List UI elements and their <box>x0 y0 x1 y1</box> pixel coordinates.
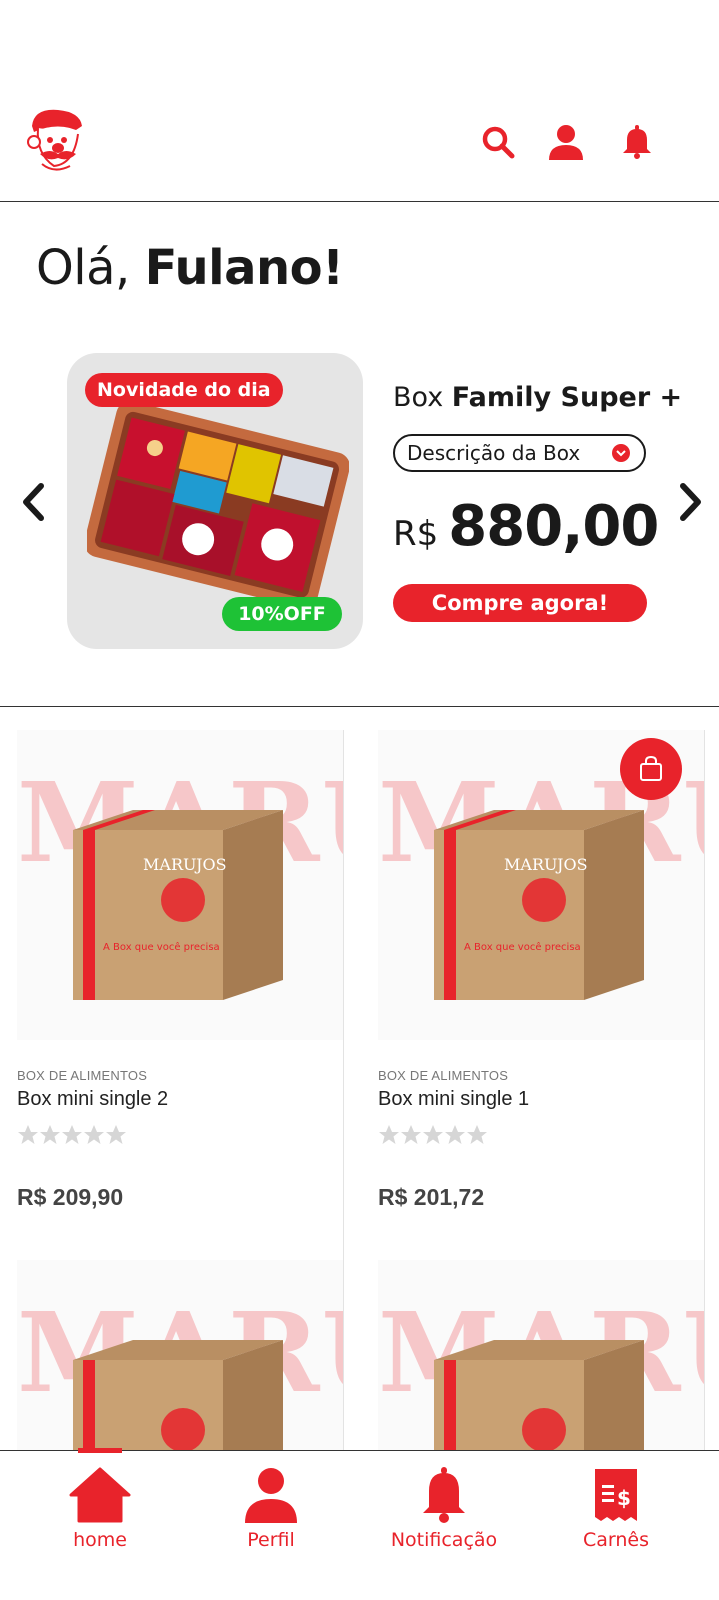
bottom-navigation: home Perfil Notificação $ Carnês <box>0 1448 719 1600</box>
product-category: BOX DE ALIMENTOS <box>17 1068 148 1083</box>
product-box-image <box>73 1340 283 1450</box>
product-price: R$ 201,72 <box>378 1184 485 1210</box>
nav-label: home <box>73 1529 127 1551</box>
carousel-prev-button[interactable] <box>16 477 52 527</box>
product-image <box>87 405 349 605</box>
nav-perfil[interactable]: Perfil <box>201 1465 341 1565</box>
product-grid: MARUJO MARUJOS A Box que você precisa BO… <box>0 730 719 1450</box>
receipt-icon: $ <box>584 1465 648 1523</box>
greeting-name: Fulano! <box>144 240 344 296</box>
user-icon <box>239 1465 303 1523</box>
featured-title-prefix: Box <box>393 382 444 413</box>
greeting: Olá, Fulano! <box>36 240 344 296</box>
search-icon[interactable] <box>478 122 518 162</box>
svg-text:MARUJOS: MARUJOS <box>504 855 588 874</box>
user-icon[interactable] <box>546 122 586 162</box>
add-to-cart-button[interactable] <box>620 738 682 800</box>
nav-label: Notificação <box>390 1529 498 1551</box>
featured-title: Box Family Super + <box>393 382 682 413</box>
nav-carnes[interactable]: $ Carnês <box>546 1465 686 1565</box>
featured-title-bold: Family Super + <box>451 382 683 413</box>
grid-divider <box>704 730 705 1450</box>
svg-text:A Box que você precisa: A Box que você precisa <box>464 941 581 953</box>
nav-label: Perfil <box>247 1529 295 1551</box>
svg-text:$: $ <box>617 1486 631 1510</box>
buy-now-button[interactable]: Compre agora! <box>393 584 647 622</box>
badge-novidade: Novidade do dia <box>85 373 283 407</box>
product-name[interactable]: Box mini single 1 <box>378 1088 529 1111</box>
badge-discount: 10%OFF <box>222 597 342 631</box>
description-label: Descrição da Box <box>407 441 581 465</box>
nav-label: Carnês <box>582 1529 650 1551</box>
bell-icon[interactable] <box>617 122 657 162</box>
product-card[interactable]: MARUJO <box>378 1260 704 1450</box>
product-card[interactable]: MARUJO MARUJOS A Box que você precisa BO… <box>17 730 343 1210</box>
product-category: BOX DE ALIMENTOS <box>378 1068 509 1083</box>
price-value: 880,00 <box>448 494 659 559</box>
logo[interactable] <box>24 104 86 174</box>
svg-text:MARUJOS: MARUJOS <box>143 855 227 874</box>
product-image: MARUJO <box>17 1260 343 1450</box>
product-price: R$ 209,90 <box>17 1184 124 1210</box>
shopping-bag-icon <box>640 756 662 781</box>
home-icon <box>68 1465 132 1523</box>
product-image: MARUJO MARUJOS A Box que você precisa <box>17 730 343 1040</box>
carousel-next-button[interactable] <box>672 477 708 527</box>
product-name[interactable]: Box mini single 2 <box>17 1088 168 1111</box>
nav-home[interactable]: home <box>30 1465 170 1565</box>
product-box-image: MARUJOS A Box que você precisa <box>434 810 644 1000</box>
featured-product-card[interactable]: Novidade do dia 10%OFF <box>67 353 363 649</box>
bell-icon <box>412 1465 476 1523</box>
chevron-down-icon <box>612 444 630 462</box>
product-box-image <box>434 1340 644 1450</box>
grid-divider <box>343 730 344 1450</box>
active-tab-indicator <box>78 1448 122 1453</box>
product-card[interactable]: MARUJO <box>17 1260 343 1450</box>
rating-stars <box>378 1124 488 1146</box>
product-box-image: MARUJOS A Box que você precisa <box>73 810 283 1000</box>
featured-price: R$ 880,00 <box>393 494 659 559</box>
section-divider <box>0 706 719 707</box>
nav-notificacao[interactable]: Notificação <box>374 1465 514 1565</box>
product-image: MARUJO <box>378 1260 704 1450</box>
description-dropdown[interactable]: Descrição da Box <box>393 434 646 472</box>
svg-text:A Box que você precisa: A Box que você precisa <box>103 941 220 953</box>
rating-stars <box>17 1124 127 1146</box>
price-currency: R$ <box>393 514 439 554</box>
app-header <box>0 0 719 202</box>
greeting-prefix: Olá, <box>36 240 130 296</box>
